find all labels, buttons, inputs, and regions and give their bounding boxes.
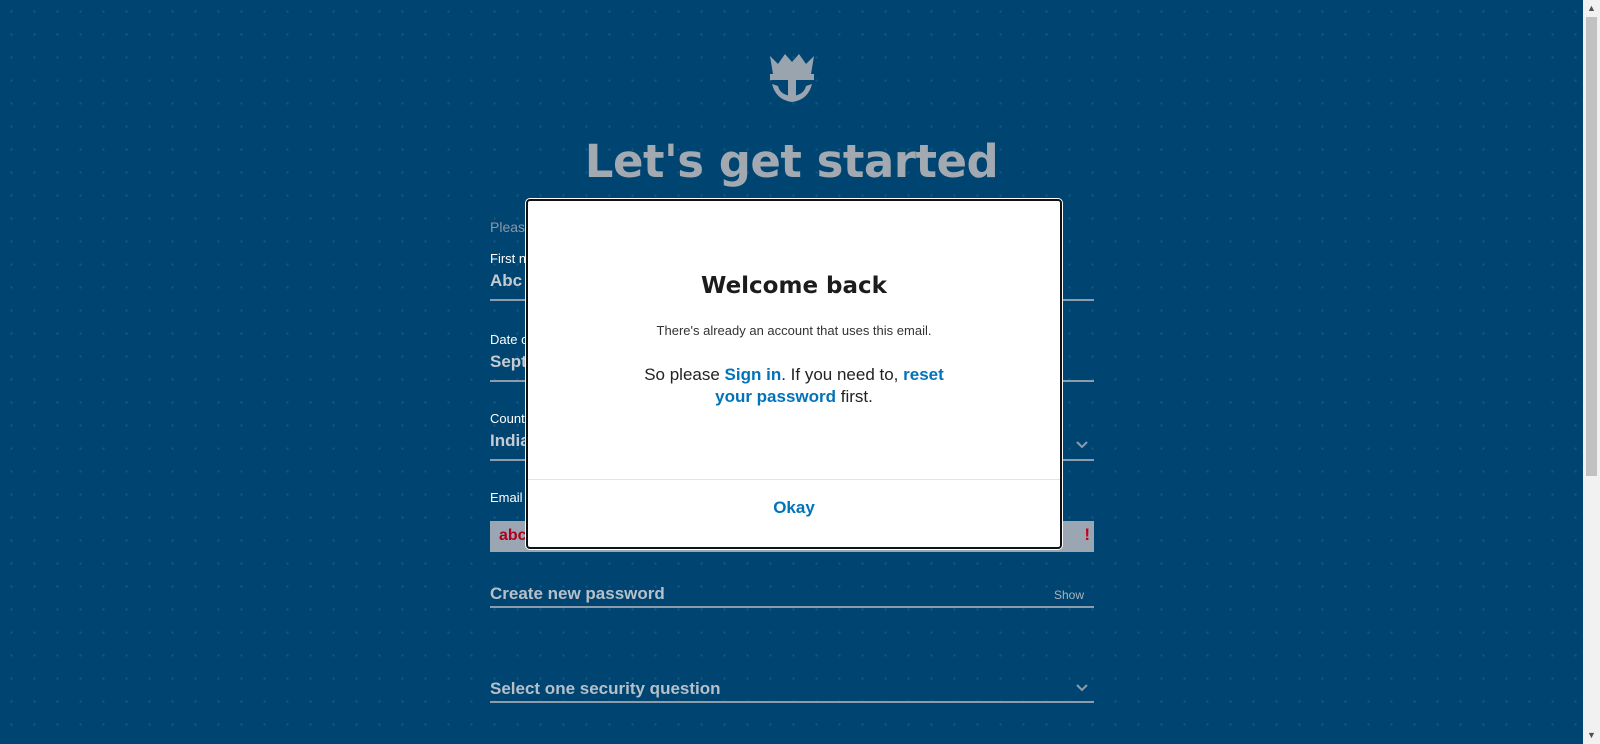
scrollbar-thumb[interactable] — [1586, 17, 1597, 476]
dialog-divider — [528, 479, 1060, 480]
scroll-up-arrow-icon[interactable]: ▲ — [1583, 0, 1600, 17]
vertical-scrollbar[interactable]: ▲ ▼ — [1583, 0, 1600, 744]
dialog-body-suffix: first. — [836, 387, 873, 406]
welcome-back-dialog: Welcome back There's already an account … — [526, 199, 1062, 549]
scroll-down-arrow-icon[interactable]: ▼ — [1583, 727, 1600, 744]
dialog-body-middle: . If you need to, — [781, 365, 904, 384]
okay-button[interactable]: Okay — [528, 498, 1060, 518]
dialog-body: So please Sign in. If you need to, reset… — [628, 364, 960, 408]
dialog-title: Welcome back — [701, 273, 887, 299]
dialog-body-prefix: So please — [644, 365, 725, 384]
dialog-subtitle: There's already an account that uses thi… — [656, 323, 932, 338]
sign-in-link[interactable]: Sign in — [725, 365, 782, 384]
